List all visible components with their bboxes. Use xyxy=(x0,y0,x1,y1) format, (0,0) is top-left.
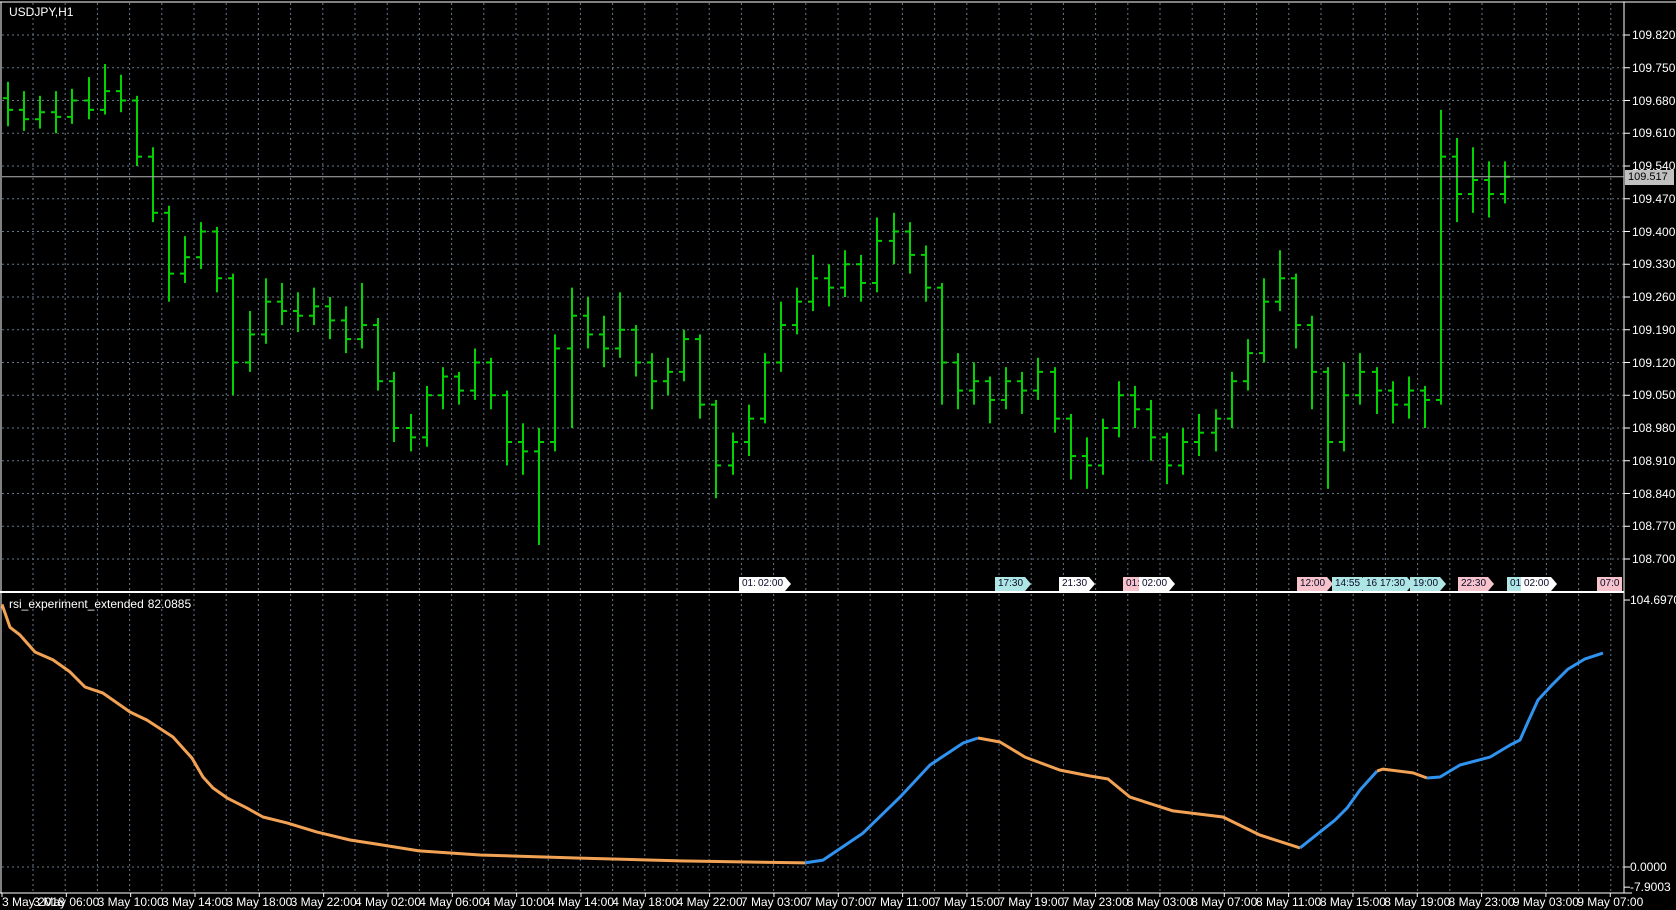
time-axis-label: 7 May 03:00 xyxy=(741,895,807,909)
indicator-line xyxy=(2,604,1603,863)
indicator-name: rsi_experiment_extended xyxy=(9,597,144,611)
time-axis-label: 3 May 14:00 xyxy=(162,895,228,909)
mt4-chart-window: USDJPY,H1 rsi_experiment_extended 82.0885… xyxy=(0,0,1676,910)
time-axis-label: 8 May 15:00 xyxy=(1320,895,1386,909)
indicator-axis-label: -7.9003 xyxy=(1630,880,1671,894)
price-axis-label: 108.700 xyxy=(1632,552,1675,566)
time-axis-label: 3 May 18:00 xyxy=(226,895,292,909)
indicator-axis-label: 104.6970 xyxy=(1630,593,1676,607)
indicator-segment-orange xyxy=(1377,769,1427,778)
time-axis-label: 4 May 18:00 xyxy=(612,895,678,909)
price-axis-label: 109.120 xyxy=(1632,356,1675,370)
indicator-current-value: 82.0885 xyxy=(148,597,191,611)
time-axis-label: 3 May 22:00 xyxy=(291,895,357,909)
time-axis-label: 7 May 15:00 xyxy=(934,895,1000,909)
price-axis-label: 109.190 xyxy=(1632,323,1675,337)
price-axis-label: 109.750 xyxy=(1632,61,1675,75)
price-axis-label: 108.770 xyxy=(1632,519,1675,533)
time-axis-label: 8 May 23:00 xyxy=(1449,895,1515,909)
time-axis-label: 4 May 06:00 xyxy=(419,895,485,909)
indicator-axis-label: 0.0000 xyxy=(1630,860,1667,874)
indicator-segment-blue xyxy=(1427,653,1603,778)
time-axis-label: 4 May 14:00 xyxy=(548,895,614,909)
time-axis-label: 4 May 22:00 xyxy=(677,895,743,909)
price-axis-label: 109.260 xyxy=(1632,290,1675,304)
price-axis-label: 109.820 xyxy=(1632,28,1675,42)
time-axis-label: 8 May 19:00 xyxy=(1384,895,1450,909)
indicator-segment-blue xyxy=(805,738,978,863)
time-axis-label: 7 May 07:00 xyxy=(805,895,871,909)
chart-canvas[interactable] xyxy=(0,0,1676,910)
indicator-label: rsi_experiment_extended 82.0885 xyxy=(9,597,195,611)
price-axis-label: 109.610 xyxy=(1632,126,1675,140)
time-axis-label: 4 May 02:00 xyxy=(355,895,421,909)
price-axis-label: 108.980 xyxy=(1632,421,1675,435)
price-axis-label: 109.330 xyxy=(1632,257,1675,271)
ohlc-bar-series xyxy=(3,64,1510,545)
price-axis-label: 109.400 xyxy=(1632,225,1675,239)
time-axis-label: 8 May 11:00 xyxy=(1256,895,1321,909)
price-axis-label: 109.470 xyxy=(1632,192,1675,206)
indicator-segment-orange xyxy=(978,738,1300,848)
indicator-segment-blue xyxy=(1300,771,1377,848)
time-axis-label: 7 May 19:00 xyxy=(998,895,1064,909)
time-separator-badge: 19:00 xyxy=(1410,577,1446,591)
time-separator-badge: 12:00 xyxy=(1297,577,1333,591)
time-axis-label: 7 May 23:00 xyxy=(1063,895,1129,909)
grid xyxy=(2,3,1624,892)
time-separator-badge: 02:00 xyxy=(1521,577,1557,591)
current-price-badge: 109.517 xyxy=(1625,170,1674,185)
indicator-segment-orange xyxy=(2,604,805,863)
price-axis-label: 109.680 xyxy=(1632,94,1675,108)
time-axis-label: 8 May 03:00 xyxy=(1127,895,1193,909)
time-axis-label: 4 May 10:00 xyxy=(484,895,550,909)
time-separator-badge: 22:30 xyxy=(1458,577,1494,591)
time-axis-label: 3 May 10:00 xyxy=(98,895,164,909)
time-axis-label: 3 May 06:00 xyxy=(33,895,99,909)
time-separator-badge: 17:30 xyxy=(1377,577,1413,591)
time-separator-badge: 02:00 xyxy=(755,577,791,591)
time-separator-badge: 07:0 xyxy=(1597,577,1622,591)
time-axis-label: 7 May 11:00 xyxy=(870,895,935,909)
price-axis-label: 109.050 xyxy=(1632,388,1675,402)
time-separator-badge: 21:30 xyxy=(1059,577,1095,591)
time-separator-badge: 17:30 xyxy=(995,577,1031,591)
price-axis-label: 108.910 xyxy=(1632,454,1675,468)
time-axis-label: 9 May 07:00 xyxy=(1577,895,1643,909)
chart-symbol-title: USDJPY,H1 xyxy=(9,5,73,19)
price-axis-label: 108.840 xyxy=(1632,487,1675,501)
time-axis-label: 9 May 03:00 xyxy=(1513,895,1579,909)
time-separator-badge: 02:00 xyxy=(1139,577,1175,591)
time-axis-label: 8 May 07:00 xyxy=(1191,895,1257,909)
